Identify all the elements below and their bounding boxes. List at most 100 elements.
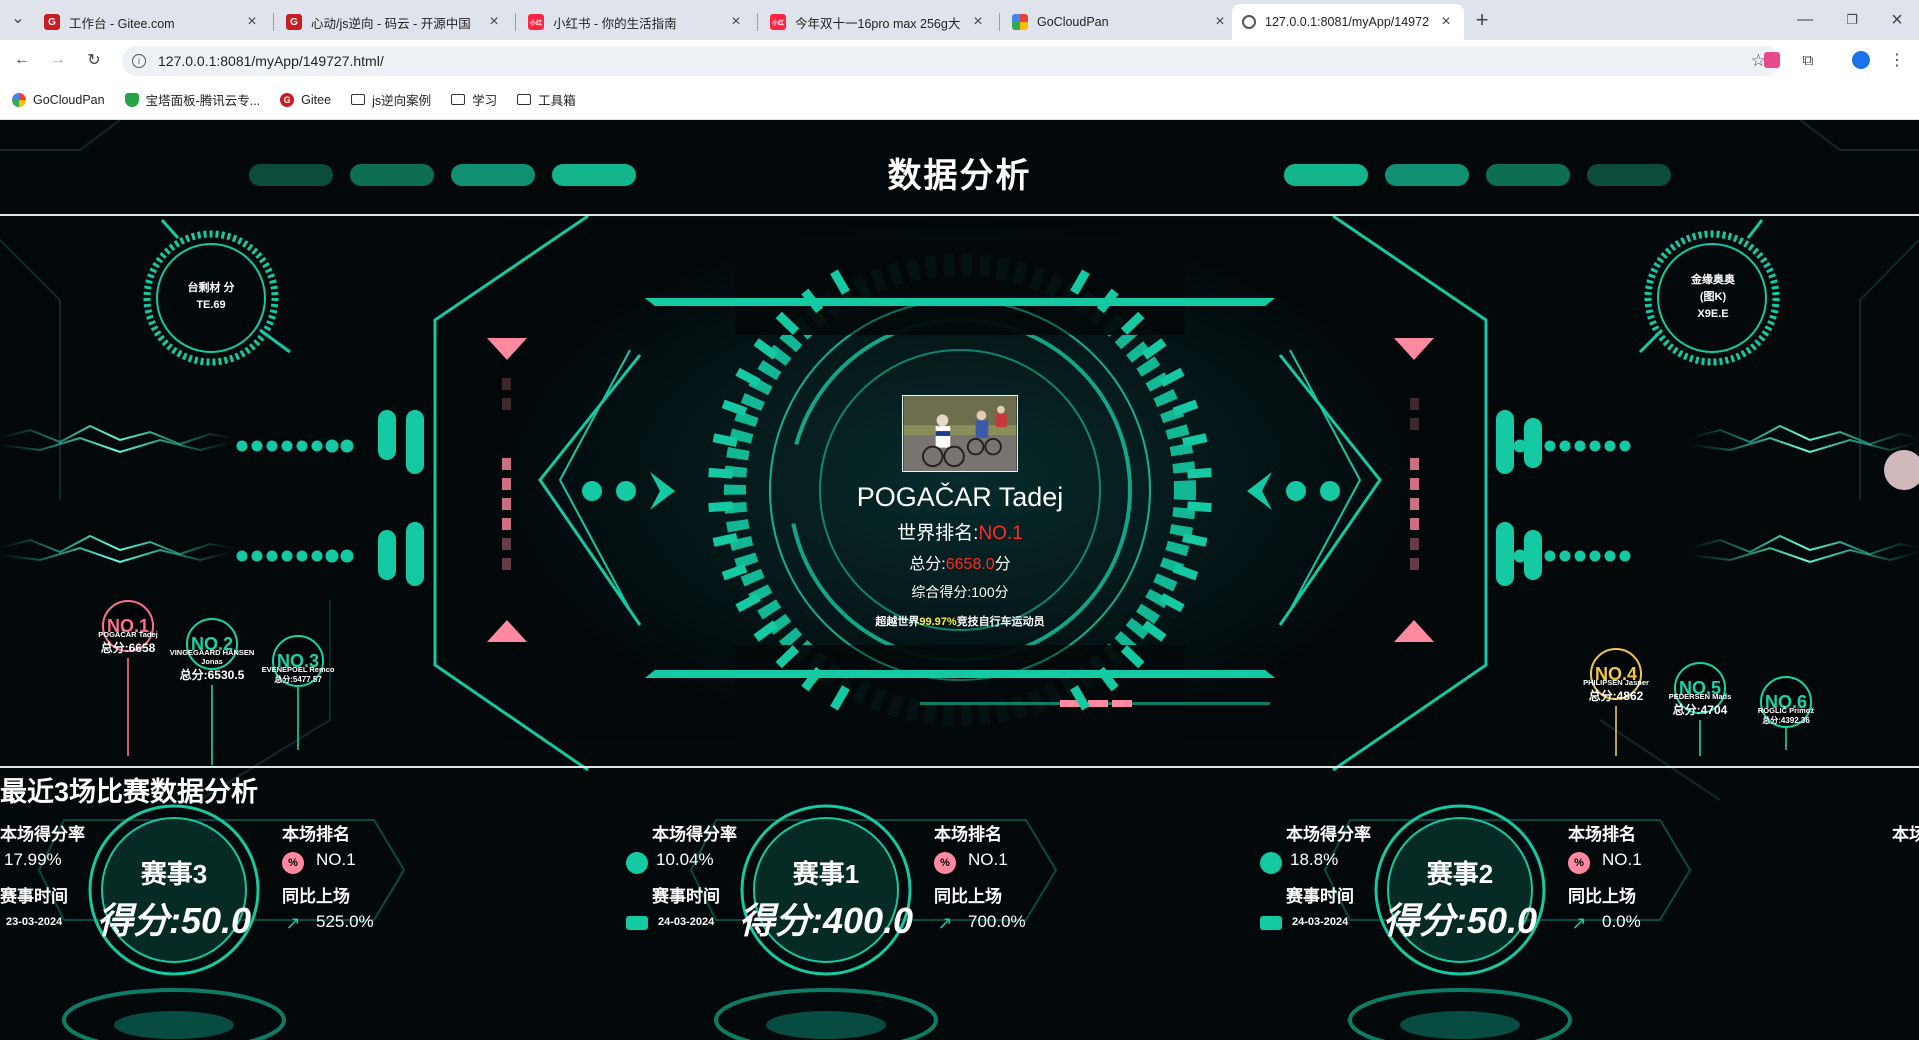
rate-label: 本场得分率 [652,825,737,844]
minimize-icon[interactable]: — [1793,8,1817,32]
rank-rider-name: PHILIPSEN Jasper [1583,678,1649,687]
trend-chart-icon: ↗ [1571,912,1587,933]
total-score-unit: 分 [994,556,1011,573]
close-tab-icon[interactable]: × [1438,13,1454,31]
close-tab-icon[interactable]: × [728,13,744,31]
profile-avatar-icon[interactable] [1849,48,1873,72]
tab-strip: ⌄ G 工作台 - Gitee.com × G 心动/js逆向 - 码云 - 开… [0,0,1919,40]
close-tab-icon[interactable]: × [970,13,986,31]
rate-value: 17.99% [4,850,62,869]
tab-title: 工作台 - Gitee.com [69,16,175,31]
total-score: 总分:6658.0分 [760,550,1160,574]
rank-label: 本场排名 [282,825,350,844]
bookmark-label: 学习 [472,94,498,108]
site-info-icon[interactable]: i [132,54,146,68]
address-text[interactable]: 127.0.0.1:8081/myApp/149727.html/ [158,53,384,69]
close-tab-icon[interactable]: × [1212,13,1228,31]
rank-score: 总分:6530.5 [179,668,245,682]
bookmark-folder-js[interactable]: js逆向案例 [351,90,431,109]
address-bar[interactable]: i 127.0.0.1:8081/myApp/149727.html/ ☆ [122,46,1780,76]
rank-node: NO.2 VINGEGAARD HANSEN Jonas 总分:6530.5 [167,618,257,765]
rate-value: 18.8% [1290,850,1339,869]
header-pill [249,164,333,186]
yoy-value: 525.0% [316,912,374,931]
event-score: 得分:50.0 [1382,900,1538,941]
bookmark-label: 宝塔面板-腾讯云专... [145,94,261,108]
world-rank-value: NO.1 [978,523,1023,544]
tab-1[interactable]: G 工作台 - Gitee.com × [34,4,270,40]
divider [0,766,1919,768]
close-tab-icon[interactable]: × [486,13,502,31]
bookmark-gitee[interactable]: G Gitee [280,92,332,107]
yoy-value: 700.0% [968,912,1026,931]
header-pill [1587,164,1671,186]
pie-chart-icon [626,852,648,874]
total-score-value: 6658.0 [945,556,995,573]
total-score-label: 总分: [909,556,946,573]
world-rank: 世界排名:NO.1 [760,518,1160,545]
dashboard-page: 数据分析 台剩材 分TE.69 金缘奥奥 (图K) X9E.E POGAČAR … [0,120,1919,1040]
bookmark-folder-tools[interactable]: 工具箱 [517,90,576,109]
rank-score: 总分:4392.36 [1762,716,1810,725]
top-right-ring-text: 金缘奥奥 (图K) X9E.E [1691,274,1735,320]
tab-4[interactable]: 小红 今年双十一16pro max 256g大 × [760,4,996,40]
tab-title: GoCloudPan [1037,15,1109,29]
bookmark-label: Gitee [301,92,332,107]
match-rank: NO.1 [968,850,1008,869]
close-window-icon[interactable]: × [1885,8,1909,32]
menu-kebab-icon[interactable]: ⋮ [1885,48,1909,72]
forward-arrow-icon[interactable]: → [46,48,70,72]
tab-title: 今年双十一16pro max 256g大 [795,16,961,31]
percent-badge-icon: % [282,852,304,874]
section-title: 最近3场比赛数据分析 [0,777,259,807]
rank-stem-line [1615,706,1617,756]
tab-6-active[interactable]: 127.0.0.1:8081/myApp/14972 × [1232,4,1464,40]
rank-stem-line [127,658,129,756]
beat-suffix: 竞技自行车运动员 [956,616,1045,628]
reload-icon[interactable]: ↻ [82,48,106,72]
composite-score: 综合得分:100分 [911,584,1009,600]
rank-node: NO.3 EVENEPOEL Remco 总分:5477.57 [253,635,343,750]
new-tab-plus-icon[interactable]: + [1470,7,1494,32]
rank-stem-line [1785,728,1787,750]
rank-score: 总分:5477.57 [274,675,322,684]
event-name: 赛事2 [1426,859,1494,889]
trend-chart-icon: ↗ [937,912,953,933]
back-arrow-icon[interactable]: ← [10,48,34,72]
rank-node: NO.6 ROGLIČ Primož 总分:4392.36 [1741,676,1831,750]
rank-stem-line [297,687,299,750]
tab-5[interactable]: GoCloudPan × [1002,4,1238,40]
yoy-label: 同比上场 [1568,887,1636,906]
rate-label: 本场得分率 [0,825,85,844]
tab-search-chevron-icon[interactable]: ⌄ [6,6,30,30]
rank-node: NO.4 PHILIPSEN Jasper 总分:4862 [1571,648,1661,756]
yoy-label: 同比上场 [934,887,1002,906]
toolbar: ← → ↻ i 127.0.0.1:8081/myApp/149727.html… [0,40,1919,80]
beat-percentage: 超越世界99.97%竞技自行车运动员 [760,613,1160,629]
bookmark-gocloudpan[interactable]: GoCloudPan [12,92,105,107]
tab-title: 127.0.0.1:8081/myApp/14972 [1265,15,1430,29]
shield-icon [124,92,139,107]
tab-2[interactable]: G 心动/js逆向 - 码云 - 开源中国 × [276,4,512,40]
divider [0,214,1919,216]
match-rank: NO.1 [316,850,356,869]
bookmarks-bar: GoCloudPan 宝塔面板-腾讯云专... G Gitee js逆向案例 学… [0,80,1919,120]
bookmark-baota[interactable]: 宝塔面板-腾讯云专... [124,90,261,109]
restore-icon[interactable]: ❐ [1840,8,1864,32]
gitee-icon: G [44,14,60,30]
header-pill [1486,164,1570,186]
extension-translate-icon[interactable] [1760,48,1784,72]
floating-translate-button[interactable] [1884,450,1919,490]
yoy-label: 同比上场 [282,887,350,906]
close-tab-icon[interactable]: × [244,13,260,31]
rank-rider-name: ROGLIČ Primož [1757,706,1815,715]
tab-3[interactable]: 小红 小红书 - 你的生活指南 × [518,4,754,40]
xiaohongshu-icon: 小红 [770,14,786,30]
gocloudpan-icon [12,92,26,107]
extensions-puzzle-icon[interactable]: ⧉ [1796,48,1820,72]
rank-rider-name: PEDERSEN Mads [1668,692,1732,701]
bookmark-folder-study[interactable]: 学习 [451,90,497,109]
calendar-icon [1260,916,1282,930]
header-pill [552,164,636,186]
rider-name: POGAČAR Tadej [856,482,1064,512]
